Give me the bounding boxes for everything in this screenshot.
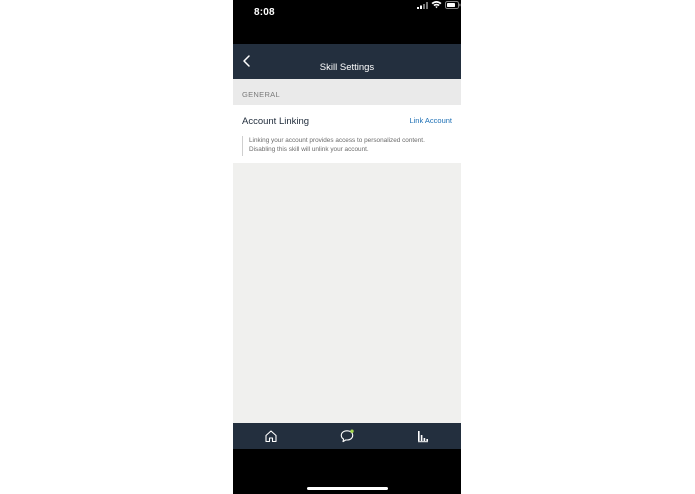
link-account-button[interactable]: Link Account bbox=[409, 116, 452, 125]
description-text: Linking your account provides access to … bbox=[249, 137, 425, 153]
settings-content: GENERAL Account Linking Link Account Lin… bbox=[233, 79, 461, 423]
home-indicator[interactable] bbox=[307, 487, 388, 490]
status-bar: 8:08 bbox=[233, 0, 461, 44]
account-linking-card: Account Linking Link Account Linking you… bbox=[233, 105, 461, 163]
tab-bar bbox=[233, 423, 461, 449]
phone-screen: 8:08 Skill Settings GENERAL Account Link… bbox=[233, 0, 461, 494]
page-title: Skill Settings bbox=[319, 62, 375, 73]
navigation-bar: Skill Settings bbox=[233, 44, 461, 79]
notification-dot bbox=[350, 429, 354, 433]
signal-icon bbox=[417, 2, 428, 9]
section-label: GENERAL bbox=[242, 90, 280, 99]
chat-icon[interactable] bbox=[340, 429, 354, 443]
devices-icon[interactable] bbox=[416, 429, 430, 443]
account-linking-description: Linking your account provides access to … bbox=[242, 136, 461, 156]
status-time: 8:08 bbox=[254, 7, 275, 18]
section-header: GENERAL bbox=[233, 79, 461, 105]
account-linking-title: Account Linking bbox=[242, 116, 310, 127]
battery-icon bbox=[445, 1, 461, 9]
bottom-safe-area bbox=[233, 449, 461, 494]
home-icon[interactable] bbox=[264, 429, 278, 443]
wifi-icon bbox=[431, 1, 442, 9]
